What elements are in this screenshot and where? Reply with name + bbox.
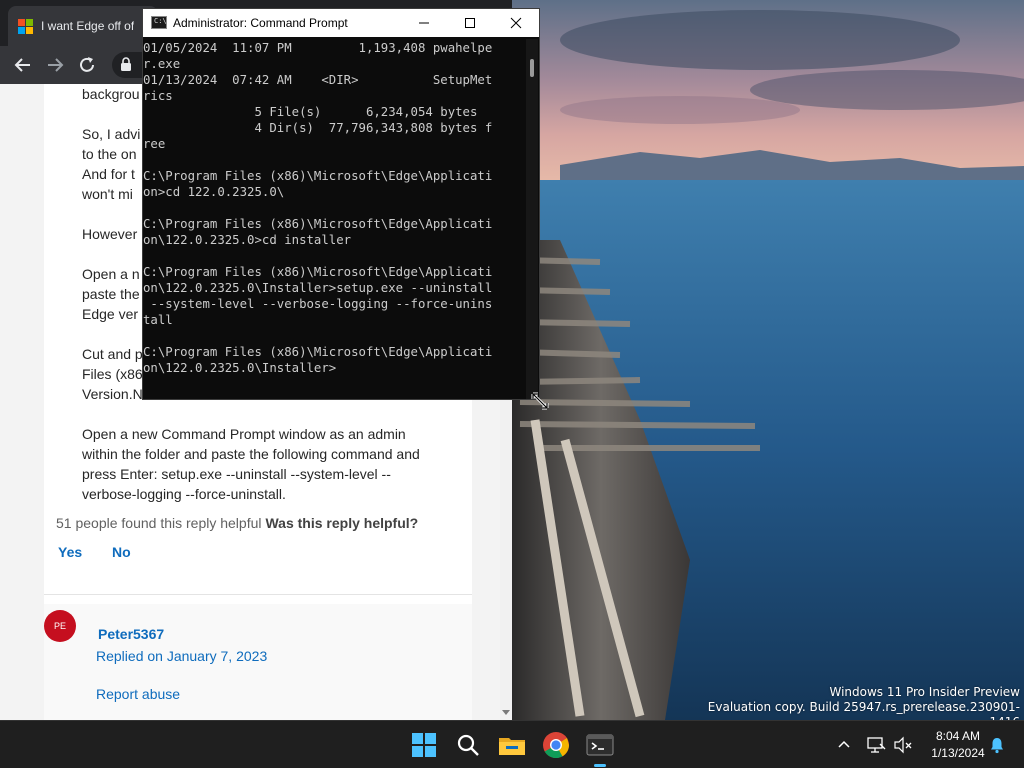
cmd-line: 5 File(s) 6,234,054 bytes xyxy=(143,105,478,119)
reply-paragraph: Open a new Command Prompt window as an a… xyxy=(82,426,420,502)
cmd-line: 4 Dir(s) 77,796,343,808 bytes f xyxy=(143,121,493,135)
command-prompt-window[interactable]: C:\ Administrator: Command Prompt 01/05/… xyxy=(142,8,540,400)
cmd-line: tall xyxy=(143,313,173,327)
watermark-edition: Windows 11 Pro Insider Preview xyxy=(829,685,1020,699)
cmd-line: on\122.0.2325.0\Installer>setup.exe --un… xyxy=(143,281,493,295)
cmd-line: on>cd 122.0.2325.0\ xyxy=(143,185,285,199)
cmd-line: C:\Program Files (x86)\Microsoft\Edge\Ap… xyxy=(143,265,493,279)
helpful-count: 51 people found this reply helpful xyxy=(56,515,262,531)
notification-bell-icon[interactable] xyxy=(988,736,1006,754)
back-icon[interactable] xyxy=(12,54,34,76)
replied-date: Replied on January 7, 2023 xyxy=(96,648,268,664)
volume-muted-icon[interactable] xyxy=(893,735,913,755)
cmd-line xyxy=(143,200,521,216)
cmd-scrollbar[interactable] xyxy=(526,39,538,399)
tab-title: I want Edge off of xyxy=(41,19,135,33)
forward-icon[interactable] xyxy=(44,54,66,76)
cmd-window-title: Administrator: Command Prompt xyxy=(173,16,348,30)
avatar[interactable]: PE xyxy=(44,610,76,642)
chevron-up-icon[interactable] xyxy=(836,737,852,753)
running-app-indicator xyxy=(594,764,606,767)
cmd-line: on\122.0.2325.0\Installer> xyxy=(143,361,337,375)
clock-time[interactable]: 8:04 AM xyxy=(930,729,986,743)
cmd-line: on\122.0.2325.0>cd installer xyxy=(143,233,352,247)
helpful-question: Was this reply helpful? xyxy=(265,515,419,531)
cmd-line: C:\Program Files (x86)\Microsoft\Edge\Ap… xyxy=(143,217,493,231)
cmd-line xyxy=(143,248,521,264)
cmd-app-icon: C:\ xyxy=(151,16,167,29)
cmd-line: --system-level --verbose-logging --force… xyxy=(143,297,493,311)
cmd-scroll-thumb[interactable] xyxy=(530,59,534,77)
taskbar: 8:04 AM 1/13/2024 xyxy=(0,720,1024,768)
terminal-icon[interactable] xyxy=(584,729,616,761)
minimize-icon[interactable] xyxy=(401,9,447,37)
reload-icon[interactable] xyxy=(76,54,98,76)
chrome-icon[interactable] xyxy=(540,729,572,761)
no-button[interactable]: No xyxy=(112,544,131,560)
helpful-row: 51 people found this reply helpful Was th… xyxy=(56,515,418,531)
cmd-line: 01/05/2024 11:07 PM 1,193,408 pwahelpe xyxy=(143,41,493,55)
file-explorer-icon[interactable] xyxy=(496,729,528,761)
cmd-titlebar[interactable]: C:\ Administrator: Command Prompt xyxy=(143,9,539,37)
close-icon[interactable] xyxy=(493,9,539,37)
cmd-icon-label: C:\ xyxy=(154,17,167,25)
cmd-line xyxy=(143,152,521,168)
scroll-down-arrow-icon[interactable] xyxy=(502,708,510,716)
cmd-line: C:\Program Files (x86)\Microsoft\Edge\Ap… xyxy=(143,169,493,183)
divider xyxy=(44,594,472,595)
report-abuse-link[interactable]: Report abuse xyxy=(96,686,180,702)
user-reply-card: PE Peter5367 Replied on January 7, 2023 … xyxy=(44,604,472,720)
resize-cursor-icon xyxy=(531,392,549,410)
yes-button[interactable]: Yes xyxy=(58,544,82,560)
cmd-line: rics xyxy=(143,89,173,103)
network-icon[interactable] xyxy=(866,735,886,755)
browser-tab[interactable]: I want Edge off of xyxy=(8,6,158,46)
search-icon[interactable] xyxy=(452,729,484,761)
cmd-output[interactable]: 01/05/2024 11:07 PM 1,193,408 pwahelpe r.… xyxy=(143,40,521,396)
cmd-line: 01/13/2024 07:42 AM <DIR> SetupMet xyxy=(143,73,493,87)
clock-date[interactable]: 1/13/2024 xyxy=(920,746,996,760)
lock-icon xyxy=(121,57,131,71)
cmd-line: ree xyxy=(143,137,166,151)
cmd-line: r.exe xyxy=(143,57,181,71)
start-icon[interactable] xyxy=(408,729,440,761)
username-link[interactable]: Peter5367 xyxy=(98,626,164,642)
cmd-line xyxy=(143,328,521,344)
microsoft-logo-icon xyxy=(18,19,33,34)
cmd-line: C:\Program Files (x86)\Microsoft\Edge\Ap… xyxy=(143,345,493,359)
maximize-icon[interactable] xyxy=(447,9,493,37)
